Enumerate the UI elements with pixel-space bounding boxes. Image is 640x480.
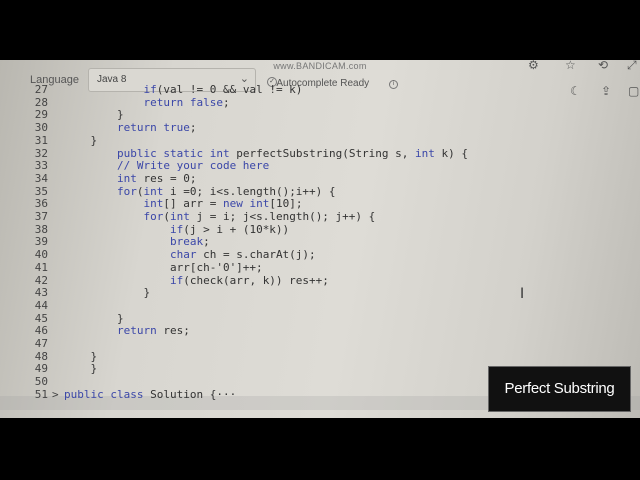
code-text: arr[ch-'0']++; xyxy=(64,260,263,274)
code-text: return false; xyxy=(143,95,230,109)
line-number: 38 xyxy=(34,222,48,236)
code-text: return res; xyxy=(116,324,190,338)
line-number: 45 xyxy=(34,311,48,325)
code-line: 35 for(int i =0; i<s.length();i++) { xyxy=(0,185,640,198)
code-text: int res = 0; xyxy=(116,171,197,185)
code-text: } xyxy=(64,286,151,300)
line-number: 43 xyxy=(34,286,48,300)
code-text: // Write your code here xyxy=(64,159,270,173)
code-text: } xyxy=(64,108,124,122)
code-text: } xyxy=(64,133,98,147)
video-caption: Perfect Substring xyxy=(488,366,631,412)
code-line: 46 return res; xyxy=(0,324,640,337)
code-line: 45 } xyxy=(0,312,640,325)
line-number: 42 xyxy=(34,273,48,287)
line-number: 33 xyxy=(34,159,48,173)
letterbox-bottom xyxy=(0,418,640,480)
code-text: } xyxy=(64,311,124,325)
line-number: 50 xyxy=(34,375,48,389)
code-text: } xyxy=(64,362,98,376)
code-line: 43 } xyxy=(0,286,640,299)
line-number: 47 xyxy=(34,337,48,350)
fold-arrow-icon[interactable]: > xyxy=(52,388,59,401)
line-number: 36 xyxy=(34,197,48,211)
letterbox-top xyxy=(0,0,640,60)
line-number: 28 xyxy=(34,95,48,109)
code-line: 34 int res = 0; xyxy=(0,172,640,185)
code-line: 47 xyxy=(0,337,640,350)
code-text: if(val != 0 && val != k) xyxy=(143,83,303,96)
line-number: 46 xyxy=(34,324,48,338)
line-number: 34 xyxy=(34,171,48,185)
code-text: break; xyxy=(169,235,210,249)
code-text: if(check(arr, k)) res++; xyxy=(169,273,329,287)
code-line: 28 return false; xyxy=(0,96,640,109)
code-line: 40 char ch = s.charAt(j); xyxy=(0,248,640,261)
code-line: 30 return true; xyxy=(0,121,640,134)
code-line: 44 xyxy=(0,299,640,312)
recorder-watermark: www.BANDICAM.com xyxy=(273,61,367,71)
code-text: char ch = s.charAt(j); xyxy=(169,248,316,262)
code-text: if(j > i + (10*k)) xyxy=(169,222,290,236)
line-number: 44 xyxy=(34,298,48,312)
line-number: 27 xyxy=(34,83,48,96)
code-text: for(int j = i; j<s.length(); j++) { xyxy=(143,210,376,223)
code-line: 29 } xyxy=(0,108,640,121)
code-line: 32 public static int perfectSubstring(St… xyxy=(0,147,640,160)
line-number: 39 xyxy=(34,235,48,249)
code-line: 31 } xyxy=(0,134,640,147)
code-line: 39 break; xyxy=(0,235,640,248)
code-text: public class Solution {··· xyxy=(64,387,237,401)
line-number: 40 xyxy=(34,248,48,262)
code-line: 36 int[] arr = new int[10]; xyxy=(0,197,640,210)
code-text: return true; xyxy=(116,121,197,135)
text-cursor-icon: I xyxy=(520,286,525,302)
editor-screen: Language Java 8 ⌄ ✓ Autocomplete Ready i… xyxy=(0,60,640,418)
code-line: 27 if(val != 0 && val != k) xyxy=(0,83,640,96)
line-number: 37 xyxy=(34,210,48,223)
line-number: 48 xyxy=(34,349,48,363)
line-number: 31 xyxy=(34,133,48,147)
code-text: public static int perfectSubstring(Strin… xyxy=(116,146,469,160)
line-number: 35 xyxy=(34,184,48,198)
code-line: 38 if(j > i + (10*k)) xyxy=(0,223,640,236)
line-number: 49 xyxy=(34,362,48,376)
line-number: 29 xyxy=(34,108,48,122)
code-text: } xyxy=(64,349,98,363)
line-number: 41 xyxy=(34,260,48,274)
code-line: 33 // Write your code here xyxy=(0,159,640,172)
code-line: 48 } xyxy=(0,350,640,363)
code-text: int[] arr = new int[10]; xyxy=(143,197,303,211)
code-line: 41 arr[ch-'0']++; xyxy=(0,261,640,274)
code-text: for(int i =0; i<s.length();i++) { xyxy=(116,184,336,198)
code-line: 37 for(int j = i; j<s.length(); j++) { xyxy=(0,210,640,223)
line-number: 30 xyxy=(34,121,48,135)
code-line: 42 if(check(arr, k)) res++; xyxy=(0,274,640,287)
line-number: 51 xyxy=(34,387,48,401)
line-number: 32 xyxy=(34,146,48,160)
